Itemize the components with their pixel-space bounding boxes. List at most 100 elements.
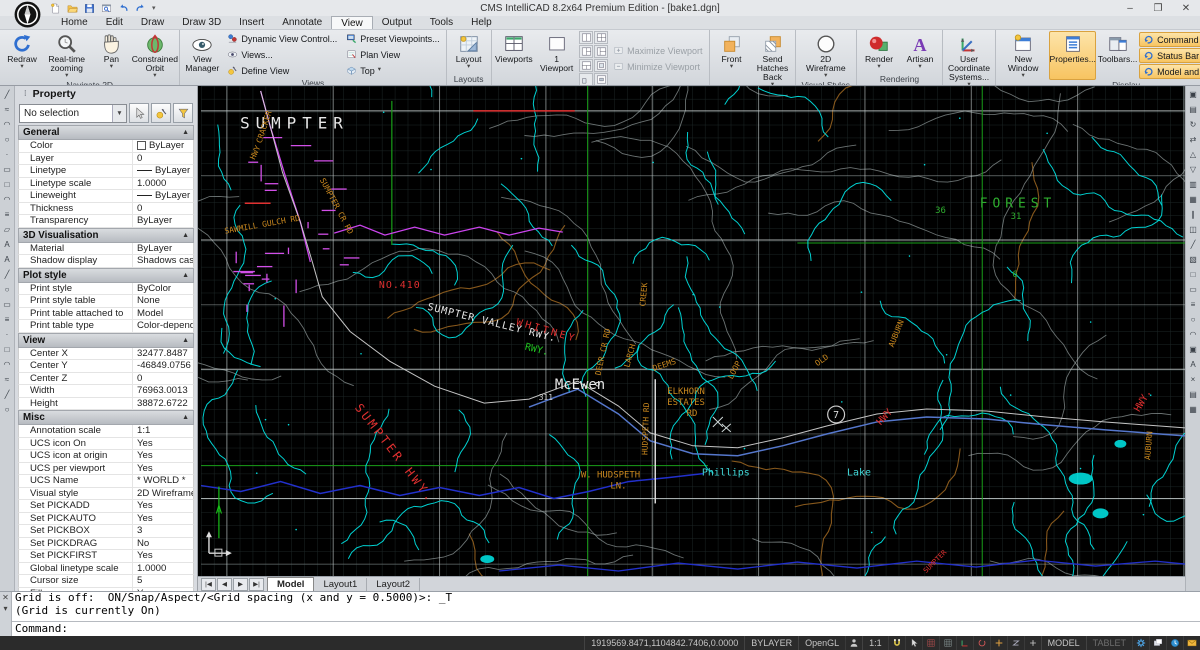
messages-mail-icon[interactable] <box>1183 636 1200 650</box>
property-value[interactable]: Yes <box>133 463 193 475</box>
prev-tab-button[interactable]: ◀ <box>217 578 232 591</box>
ribbon-button-properties[interactable]: Properties... <box>1049 31 1096 80</box>
property-value[interactable]: 2D Wireframe <box>133 488 193 500</box>
dropdown-arrow-icon[interactable]: ▼ <box>112 105 126 122</box>
tablet-toggle[interactable]: TABLET <box>1086 636 1132 650</box>
command-expand-icon[interactable]: ▾ <box>3 604 7 613</box>
left-tool-18-icon[interactable]: □ <box>1 344 13 355</box>
property-value[interactable]: ByColor <box>133 283 193 295</box>
left-tool-3-icon[interactable]: ◠ <box>1 119 13 130</box>
left-tool-5-icon[interactable]: · <box>1 149 13 160</box>
property-value[interactable]: Yes <box>133 550 193 562</box>
viewport-preset-button-8[interactable] <box>594 73 608 86</box>
ribbon-button-user-coordinate-systems[interactable]: User Coordinate Systems...▾ <box>945 31 993 86</box>
property-value[interactable]: 0 <box>133 203 193 215</box>
lineweight-toggle-icon[interactable] <box>1007 636 1024 650</box>
left-tool-6-icon[interactable]: ▭ <box>1 164 13 175</box>
menu-tab-view[interactable]: View <box>331 16 373 29</box>
select-entities-button[interactable] <box>129 103 149 123</box>
right-tool-11-icon[interactable]: ╱ <box>1187 239 1199 250</box>
redo-icon[interactable] <box>133 1 148 15</box>
print-preview-icon[interactable] <box>99 1 114 15</box>
right-tool-14-icon[interactable]: ▭ <box>1187 284 1199 295</box>
new-file-icon[interactable] <box>48 1 63 15</box>
layout-tab-model[interactable]: Model <box>267 577 314 591</box>
ribbon-button-model-and-layout-tabs[interactable]: Model and Layout Tabs <box>1139 64 1200 79</box>
window-cascade-icon[interactable] <box>1149 636 1166 650</box>
property-value[interactable]: Yes <box>133 450 193 462</box>
panel-grip[interactable]: ⁞ <box>24 89 28 98</box>
property-value[interactable]: ByLayer <box>133 140 193 152</box>
property-value[interactable]: Yes <box>133 500 193 512</box>
ribbon-button-dynamic-view-control[interactable]: Dynamic View Control... <box>223 31 341 46</box>
menu-tab-output[interactable]: Output <box>373 16 421 29</box>
property-value[interactable]: 38872.6722 <box>133 398 193 410</box>
coordinates-readout[interactable]: 1919569.8471,1104842.7406,0.0000 <box>584 636 744 650</box>
ribbon-button-preset-viewpoints[interactable]: Preset Viewpoints... <box>342 31 443 46</box>
property-value[interactable]: 1.0000 <box>133 563 193 575</box>
select-mode-icon[interactable] <box>905 636 922 650</box>
property-section-general[interactable]: General▲ <box>18 125 194 140</box>
property-value[interactable]: 76963.0013 <box>133 385 193 397</box>
ribbon-button-real-time-zooming[interactable]: Real-time zooming▾ <box>43 31 90 80</box>
ribbon-button-artisan[interactable]: AArtisan▾ <box>900 31 940 74</box>
restore-button[interactable]: ❐ <box>1144 1 1172 16</box>
right-tool-16-icon[interactable]: ○ <box>1187 314 1199 325</box>
property-value[interactable]: -46849.0756 <box>133 360 193 372</box>
collapse-icon[interactable]: ▲ <box>182 129 189 136</box>
property-value[interactable]: 3 <box>133 525 193 537</box>
ribbon-button-send-hatches-back[interactable]: Send Hatches Back▾ <box>753 31 793 86</box>
left-tool-2-icon[interactable]: ≈ <box>1 104 13 115</box>
ribbon-button-constrained-orbit[interactable]: Constrained Orbit▾ <box>132 31 177 80</box>
command-close-icon[interactable]: ✕ <box>2 593 9 602</box>
polar-toggle-icon[interactable] <box>973 636 990 650</box>
collapse-icon[interactable]: ▲ <box>182 232 189 239</box>
drawing-canvas[interactable]: ASUMPTERCRACKERHWYSAWMILL GULCH RDSUMPTE… <box>198 86 1188 576</box>
right-tool-2-icon[interactable]: ▤ <box>1187 104 1199 115</box>
right-tool-7-icon[interactable]: ▥ <box>1187 179 1199 190</box>
dynamic-input-icon[interactable] <box>1024 636 1041 650</box>
property-value[interactable]: ByLayer <box>133 243 193 255</box>
right-tool-19-icon[interactable]: A <box>1187 359 1199 370</box>
viewport-preset-button-1[interactable] <box>579 31 593 44</box>
property-value[interactable]: Yes <box>133 438 193 450</box>
property-value[interactable]: ByLayer <box>133 190 193 202</box>
left-tool-13-icon[interactable]: ╱ <box>1 269 13 280</box>
ribbon-button-front[interactable]: Front▾ <box>712 31 752 86</box>
left-tool-21-icon[interactable]: ╱ <box>1 389 13 400</box>
right-tool-20-icon[interactable]: × <box>1187 374 1199 385</box>
left-tool-10-icon[interactable]: ▱ <box>1 224 13 235</box>
left-tool-17-icon[interactable]: · <box>1 329 13 340</box>
ribbon-button-command-bar[interactable]: Command Bar <box>1139 32 1200 47</box>
layout-tab-layout1[interactable]: Layout1 <box>314 578 367 591</box>
left-tool-9-icon[interactable]: ≡ <box>1 209 13 220</box>
close-button[interactable]: ✕ <box>1172 1 1200 16</box>
grid-display-icon[interactable] <box>939 636 956 650</box>
layout-tab-layout2[interactable]: Layout2 <box>367 578 420 591</box>
menu-tab-draw-3d[interactable]: Draw 3D <box>173 16 230 29</box>
left-tool-1-icon[interactable]: ╱ <box>1 89 13 100</box>
left-tool-19-icon[interactable]: ◠ <box>1 359 13 370</box>
left-tool-22-icon[interactable]: ○ <box>1 404 13 415</box>
right-tool-22-icon[interactable]: ▦ <box>1187 404 1199 415</box>
property-section-3d-visualisation[interactable]: 3D Visualisation▲ <box>18 228 194 243</box>
property-value[interactable]: 1:1 <box>133 425 193 437</box>
crosshair-toggle-icon[interactable] <box>990 636 1007 650</box>
time-icon[interactable] <box>1166 636 1183 650</box>
property-value[interactable]: 0 <box>133 373 193 385</box>
collapse-icon[interactable]: ▲ <box>182 272 189 279</box>
ribbon-button-define-view[interactable]: Define View <box>223 63 341 78</box>
property-value[interactable]: 0 <box>133 153 193 165</box>
menu-tab-insert[interactable]: Insert <box>230 16 273 29</box>
property-value[interactable]: Model <box>133 308 193 320</box>
right-tool-9-icon[interactable]: ∥ <box>1187 209 1199 220</box>
next-tab-button[interactable]: ▶ <box>233 578 248 591</box>
annotation-scale[interactable]: 1:1 <box>862 636 888 650</box>
right-tool-15-icon[interactable]: ≡ <box>1187 299 1199 310</box>
property-value[interactable]: Shadows cast and rec... <box>133 255 193 267</box>
property-value[interactable]: Color-dependent print ... <box>133 320 193 332</box>
property-value[interactable]: ByLayer <box>133 165 193 177</box>
minimize-button[interactable]: – <box>1116 1 1144 16</box>
left-tool-15-icon[interactable]: ▭ <box>1 299 13 310</box>
viewport-preset-button-6[interactable] <box>594 59 608 72</box>
